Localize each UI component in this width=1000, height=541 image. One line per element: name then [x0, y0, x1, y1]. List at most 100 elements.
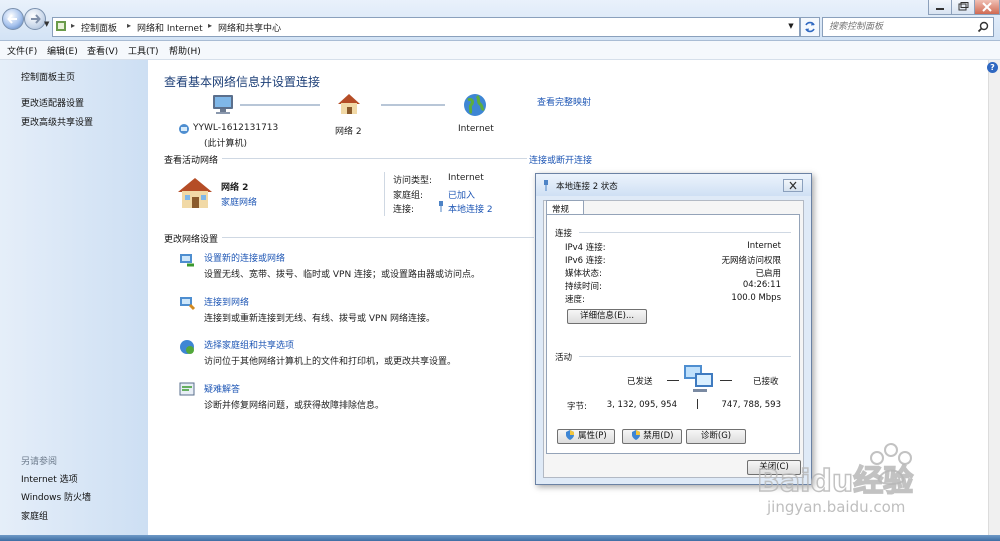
- menu-tools[interactable]: 工具(T): [128, 44, 159, 57]
- task-homegroup-sharing[interactable]: 选择家庭组和共享选项: [204, 338, 294, 351]
- window-close-button[interactable]: [974, 0, 1000, 15]
- access-type-label: 访问类型:: [393, 176, 433, 186]
- task-desc: 诊断并修复网络问题，或获得故障排除信息。: [204, 401, 385, 411]
- search-box[interactable]: [822, 17, 994, 37]
- see-also-heading: 另请参阅: [21, 457, 58, 467]
- task-connect-network[interactable]: 连接到网络: [204, 295, 249, 308]
- search-input[interactable]: [829, 20, 969, 33]
- task-troubleshoot[interactable]: 疑难解答: [204, 382, 240, 395]
- bytes-received-value: 747, 788, 593: [721, 400, 781, 410]
- computer-network-small-icon: [179, 124, 189, 134]
- crumb-separator-icon: ▸: [208, 21, 213, 30]
- connect-disconnect-link[interactable]: 连接或断开连接: [529, 153, 592, 166]
- connect-network-icon: [180, 297, 196, 311]
- address-dropdown-icon[interactable]: ▼: [784, 18, 798, 35]
- home-network-icon: [338, 94, 360, 114]
- duration-label: 持续时间:: [565, 282, 602, 292]
- crumb-network-internet[interactable]: 网络和 Internet: [137, 21, 203, 34]
- sidebar-item-homegroup[interactable]: 家庭组: [21, 509, 48, 522]
- ipv6-value: 无网络访问权限: [721, 256, 781, 266]
- internet-node-label: Internet: [458, 124, 494, 134]
- connection-section-heading: 连接: [555, 229, 573, 239]
- local-connection-link[interactable]: 本地连接 2: [448, 202, 493, 215]
- computer-sub-label: (此计算机): [204, 139, 248, 149]
- sidebar-item-control-panel-home[interactable]: 控制面板主页: [21, 70, 75, 83]
- sidebar-item-advanced-sharing[interactable]: 更改高级共享设置: [21, 115, 93, 128]
- refresh-button[interactable]: [800, 17, 820, 37]
- dialog-titlebar[interactable]: 本地连接 2 状态: [536, 174, 811, 196]
- restore-button[interactable]: [951, 0, 975, 15]
- properties-button-label: 属性(P): [577, 431, 607, 441]
- address-field[interactable]: ▸ 控制面板 ▸ 网络和 Internet ▸ 网络和共享中心: [52, 17, 800, 37]
- received-label: 已接收: [753, 377, 779, 387]
- section-divider: [222, 158, 527, 159]
- disable-button[interactable]: 禁用(D): [622, 429, 682, 444]
- diagnose-button[interactable]: 诊断(G): [686, 429, 746, 444]
- minimize-icon: [936, 8, 944, 10]
- forward-arrow-icon: [31, 14, 41, 24]
- disable-button-label: 禁用(D): [643, 431, 674, 441]
- task-desc: 连接到或重新连接到无线、有线、拨号或 VPN 网络连接。: [204, 314, 436, 324]
- menu-bar: 文件(F) 编辑(E) 查看(V) 工具(T) 帮助(H): [0, 41, 1000, 60]
- tab-panel: 连接 IPv4 连接: Internet IPv6 连接: 无网络访问权限 媒体…: [546, 214, 800, 454]
- network-type-link[interactable]: 家庭网络: [221, 195, 257, 208]
- history-dropdown-icon[interactable]: ▼: [44, 20, 49, 28]
- details-button[interactable]: 详细信息(E)...: [567, 309, 647, 324]
- back-button[interactable]: [2, 8, 24, 30]
- connection-label: 连接:: [393, 205, 415, 215]
- task-new-connection[interactable]: 设置新的连接或网络: [204, 251, 285, 264]
- dialog-close-button[interactable]: [783, 179, 803, 192]
- activity-section-heading: 活动: [555, 353, 573, 363]
- access-type-value: Internet: [448, 173, 484, 183]
- map-link-line: [381, 104, 445, 106]
- menu-help[interactable]: 帮助(H): [169, 44, 201, 57]
- sidebar-item-firewall[interactable]: Windows 防火墙: [21, 490, 91, 503]
- sidebar: 控制面板主页 更改适配器设置 更改高级共享设置 另请参阅 Internet 选项…: [0, 60, 148, 541]
- ipv4-label: IPv4 连接:: [565, 243, 606, 253]
- minimize-button[interactable]: [928, 0, 952, 15]
- page-title: 查看基本网络信息并设置连接: [164, 75, 321, 89]
- home-network-large-icon[interactable]: [176, 176, 214, 210]
- section-divider: [579, 356, 791, 357]
- search-icon[interactable]: [977, 21, 989, 33]
- shield-icon: [566, 430, 575, 440]
- sent-dash: [667, 380, 679, 381]
- media-state-label: 媒体状态:: [565, 269, 602, 279]
- menu-file[interactable]: 文件(F): [7, 44, 37, 57]
- bytes-label: 字节:: [567, 402, 587, 412]
- ipv6-label: IPv6 连接:: [565, 256, 606, 266]
- sidebar-item-adapter-settings[interactable]: 更改适配器设置: [21, 96, 84, 109]
- globe-icon: [464, 94, 486, 116]
- back-arrow-icon: [7, 14, 17, 24]
- bytes-divider: [697, 399, 698, 409]
- watermark-url: jingyan.baidu.com: [766, 498, 905, 516]
- sidebar-item-internet-options[interactable]: Internet 选项: [21, 472, 78, 485]
- homegroup-label: 家庭组:: [393, 191, 424, 201]
- task-desc: 设置无线、宽带、拨号、临时或 VPN 连接；或设置路由器或访问点。: [204, 270, 481, 280]
- crumb-separator-icon: ▸: [71, 21, 76, 30]
- ipv4-value: Internet: [747, 241, 781, 251]
- restore-icon: [958, 2, 969, 11]
- close-icon: [982, 2, 992, 12]
- crumb-network-center[interactable]: 网络和共享中心: [218, 21, 281, 34]
- ethernet-icon: [439, 201, 443, 212]
- help-icon[interactable]: ?: [987, 62, 998, 73]
- full-map-link[interactable]: 查看完整映射: [537, 95, 591, 108]
- menu-edit[interactable]: 编辑(E): [47, 44, 78, 57]
- refresh-icon: [805, 21, 815, 33]
- dialog-title: 本地连接 2 状态: [556, 182, 618, 192]
- properties-button[interactable]: 属性(P): [557, 429, 615, 444]
- bytes-sent-value: 3, 132, 095, 954: [606, 400, 677, 410]
- homegroup-link[interactable]: 已加入: [448, 188, 475, 201]
- homegroup-sharing-icon: [180, 340, 194, 354]
- network-activity-icon: [684, 365, 713, 392]
- crumb-control-panel[interactable]: 控制面板: [81, 21, 117, 34]
- task-desc: 访问位于其他网络计算机上的文件和打印机，或更改共享设置。: [204, 357, 457, 367]
- troubleshoot-icon: [179, 382, 195, 396]
- section-divider: [579, 232, 791, 233]
- menu-view[interactable]: 查看(V): [87, 44, 118, 57]
- forward-button[interactable]: [24, 8, 46, 30]
- network-node-label: 网络 2: [335, 127, 362, 137]
- active-network-heading: 查看活动网络: [164, 156, 219, 166]
- media-state-value: 已启用: [755, 269, 781, 279]
